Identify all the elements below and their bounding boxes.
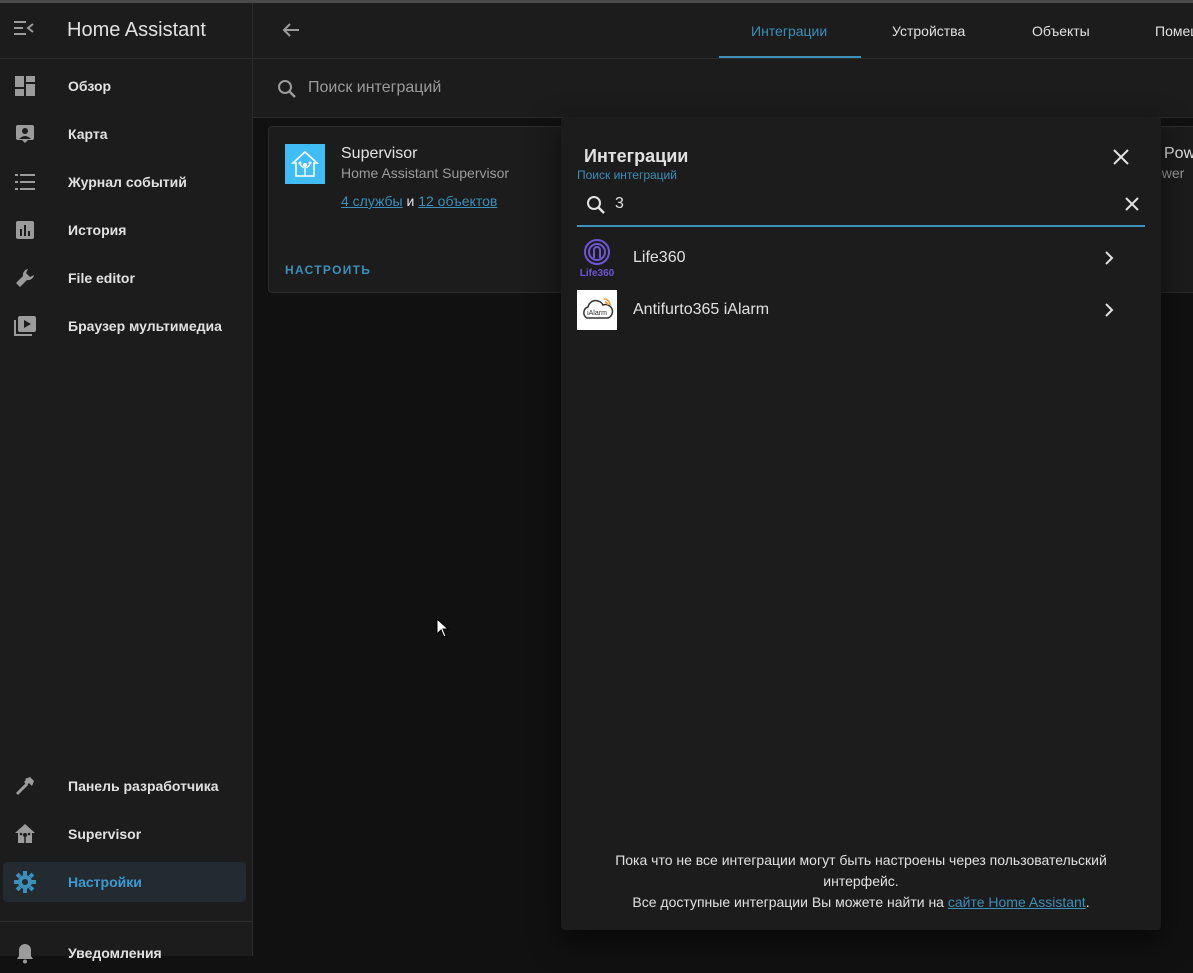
hammer-icon <box>5 775 45 797</box>
sidebar-item-label: Supervisor <box>68 826 142 842</box>
sidebar-item-logbook[interactable]: Журнал событий <box>3 162 246 202</box>
search-icon <box>586 195 606 220</box>
app-title: Home Assistant <box>67 19 206 41</box>
history-icon <box>5 220 45 240</box>
life360-logo: Life360 <box>577 238 617 278</box>
sidebar-item-media-browser[interactable]: Браузер мультимедиа <box>3 306 246 346</box>
sidebar-item-label: Обзор <box>68 78 112 94</box>
sidebar-item-label: Панель разработчика <box>68 778 219 794</box>
chevron-right-icon <box>1099 298 1119 327</box>
logbook-icon <box>5 173 45 191</box>
sidebar: Home Assistant Обзор Карта Журнал событи… <box>0 3 253 964</box>
sidebar-divider <box>0 921 253 922</box>
tab-integrations[interactable]: Интеграции <box>751 3 827 59</box>
dialog-title: Интеграции <box>584 146 689 166</box>
integrations-search-bar[interactable]: Поиск интеграций <box>253 59 1193 118</box>
mouse-cursor-icon <box>436 617 450 643</box>
sidebar-item-map[interactable]: Карта <box>3 114 246 154</box>
sidebar-item-label: Настройки <box>68 874 142 890</box>
dialog-search-input[interactable]: 3 <box>615 195 624 213</box>
sidebar-item-label: Браузер мультимедиа <box>68 318 222 334</box>
integration-result-ialarm[interactable]: iAlarm Antifurto365 iAlarm <box>577 288 1145 332</box>
footer-text: Все доступные интеграции Вы можете найти… <box>632 894 944 910</box>
integration-name: Supervisor <box>341 145 418 162</box>
sidebar-item-file-editor[interactable]: File editor <box>3 258 246 298</box>
active-tab-indicator <box>719 56 861 58</box>
svg-text:Life360: Life360 <box>580 268 615 278</box>
entities-link[interactable]: 12 объектов <box>418 193 497 209</box>
dialog-footer-note: Пока что не все интеграции могут быть на… <box>561 850 1161 913</box>
sidebar-item-label: Журнал событий <box>68 174 187 190</box>
menu-collapse-icon <box>14 20 34 41</box>
tab-entities[interactable]: Объекты <box>1032 3 1090 59</box>
tab-areas[interactable]: Помещения <box>1155 3 1193 59</box>
integration-subtitle: Home Assistant Supervisor <box>341 165 510 181</box>
sidebar-header: Home Assistant <box>0 3 252 59</box>
configure-button[interactable]: НАСТРОИТЬ <box>285 263 371 277</box>
integration-result-life360[interactable]: Life360 Life360 <box>577 236 1145 280</box>
tab-devices[interactable]: Устройства <box>892 3 965 59</box>
bell-icon <box>5 942 45 964</box>
integration-card-supervisor: Supervisor Home Assistant Supervisor 4 с… <box>268 126 568 293</box>
sidebar-item-label: Уведомления <box>68 945 162 961</box>
footer-line-2: Все доступные интеграции Вы можете найти… <box>561 892 1161 913</box>
dashboard-icon <box>5 76 45 96</box>
home-assistant-site-link[interactable]: сайте Home Assistant <box>948 894 1086 910</box>
integration-result-name: Antifurto365 iAlarm <box>633 301 770 318</box>
close-icon[interactable] <box>1109 145 1133 169</box>
dialog-search-label: Поиск интеграций <box>577 168 677 182</box>
footer-line-1: Пока что не все интеграции могут быть на… <box>615 852 1107 889</box>
sidebar-item-label: История <box>68 222 127 238</box>
sidebar-item-label: File editor <box>68 270 135 286</box>
sidebar-item-notifications[interactable]: Уведомления <box>3 933 246 973</box>
dialog-search-field[interactable]: 3 <box>577 187 1145 227</box>
media-icon <box>5 316 45 336</box>
integration-links: 4 службы и 12 объектов <box>341 193 497 209</box>
home-assistant-logo <box>285 144 325 184</box>
sidebar-item-history[interactable]: История <box>3 210 246 250</box>
back-arrow-icon[interactable] <box>281 20 301 45</box>
integrations-dialog: Интеграции Поиск интеграций 3 Life360 Li… <box>561 117 1161 930</box>
sidebar-item-developer-tools[interactable]: Панель разработчика <box>3 766 246 806</box>
wrench-icon <box>5 267 45 289</box>
clear-search-icon[interactable] <box>1122 194 1142 219</box>
sidebar-item-label: Карта <box>68 126 108 142</box>
map-icon <box>5 124 45 144</box>
top-toolbar: Интеграции Устройства Объекты Помещения <box>253 3 1193 59</box>
sidebar-item-overview[interactable]: Обзор <box>3 66 246 106</box>
gear-icon <box>5 871 45 893</box>
integration-name: Pow <box>1164 145 1193 162</box>
chevron-right-icon <box>1099 246 1119 275</box>
footer-period: . <box>1085 894 1090 910</box>
search-input[interactable]: Поиск интеграций <box>308 79 441 97</box>
services-link[interactable]: 4 службы <box>341 193 403 209</box>
sidebar-item-supervisor[interactable]: Supervisor <box>3 814 246 854</box>
search-icon <box>277 79 297 104</box>
ialarm-logo: iAlarm <box>577 290 617 330</box>
svg-text:iAlarm: iAlarm <box>587 310 607 317</box>
integration-result-name: Life360 <box>633 249 686 266</box>
menu-toggle-button[interactable] <box>0 3 48 59</box>
sidebar-item-settings[interactable]: Настройки <box>3 862 246 902</box>
home-assistant-icon <box>5 823 45 845</box>
links-conjunction: и <box>406 193 415 209</box>
